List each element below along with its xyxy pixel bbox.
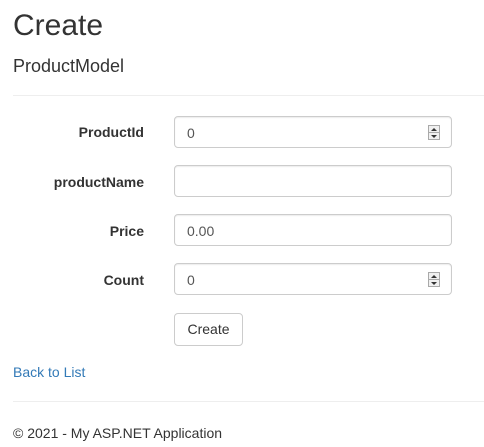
create-button[interactable]: Create (174, 313, 243, 346)
page-title: Create (13, 9, 104, 42)
product-name-input[interactable] (174, 165, 452, 197)
count-label: Count (103, 272, 144, 288)
count-spinner[interactable] (428, 272, 440, 287)
footer-copyright: © 2021 - My ASP.NET Application (13, 425, 223, 441)
spinner-up-icon[interactable] (429, 126, 439, 133)
spinner-down-icon[interactable] (429, 280, 439, 286)
count-input[interactable]: 0 (174, 263, 452, 295)
price-input[interactable]: 0.00 (174, 214, 452, 246)
count-value: 0 (187, 272, 195, 288)
product-id-input[interactable]: 0 (174, 116, 452, 148)
product-id-value: 0 (187, 125, 195, 141)
product-id-spinner[interactable] (428, 125, 440, 140)
product-name-label: productName (53, 174, 144, 190)
model-title: ProductModel (13, 56, 125, 76)
back-to-list-link[interactable]: Back to List (13, 362, 85, 382)
spinner-up-icon[interactable] (429, 273, 439, 280)
divider (13, 95, 484, 96)
price-value: 0.00 (187, 223, 215, 239)
price-label: Price (109, 223, 144, 239)
footer-divider (13, 401, 484, 402)
product-id-label: ProductId (78, 124, 144, 140)
spinner-down-icon[interactable] (429, 133, 439, 139)
